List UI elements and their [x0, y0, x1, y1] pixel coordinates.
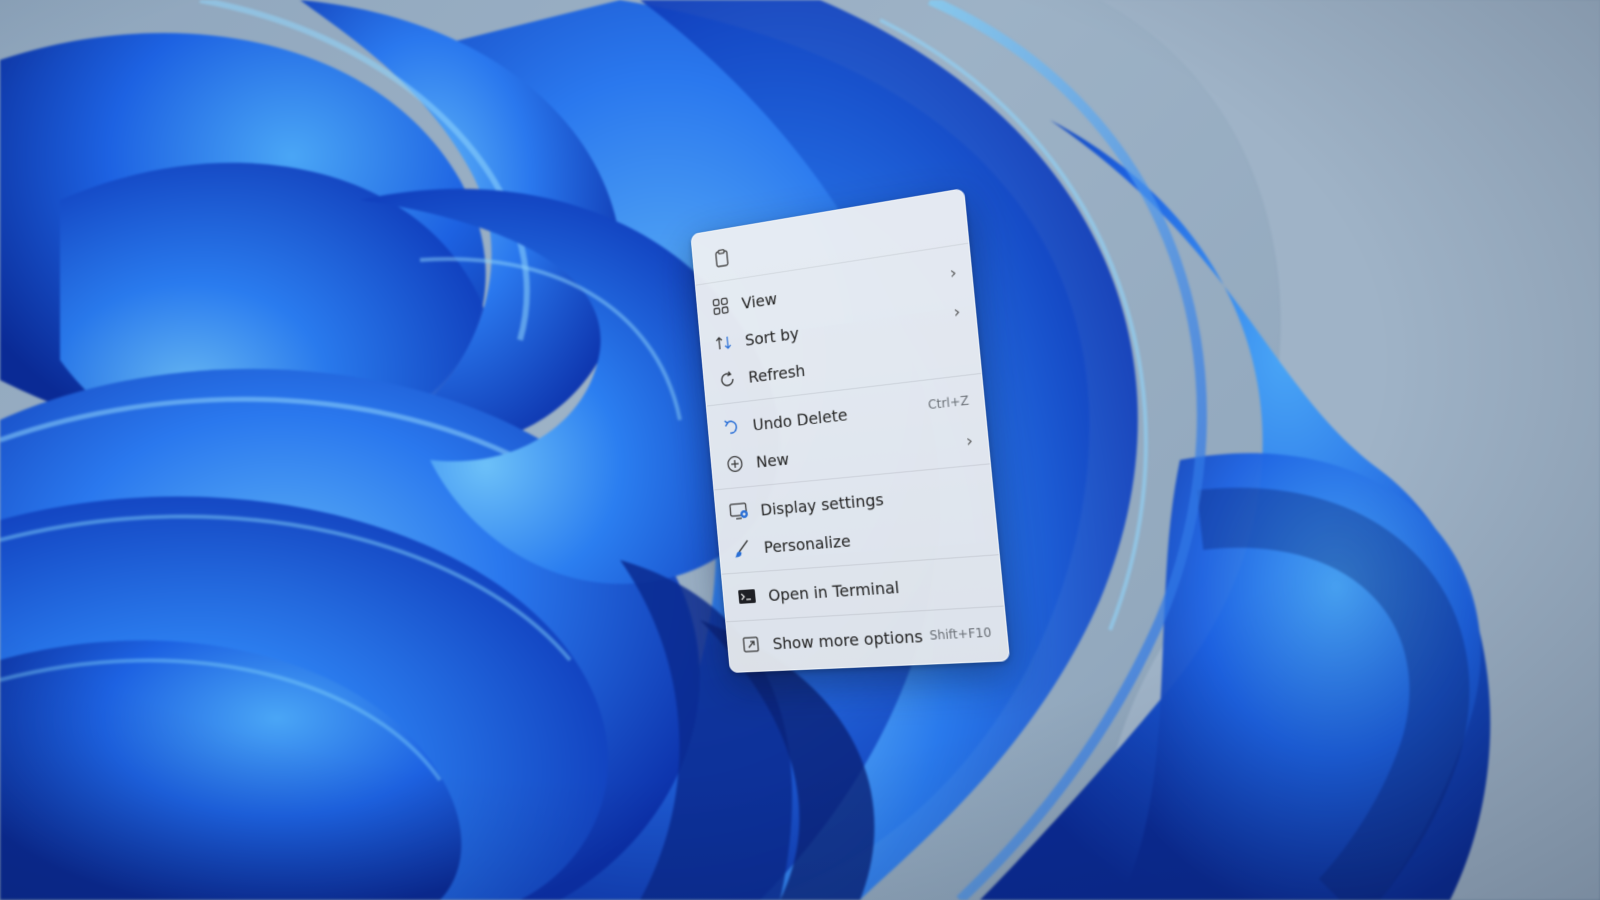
grid-icon	[710, 294, 732, 318]
chevron-right-icon: ›	[945, 301, 961, 322]
paste-button[interactable]	[709, 244, 735, 273]
menu-item-shortcut: Ctrl+Z	[927, 393, 969, 412]
menu-item-label: Open in Terminal	[767, 571, 987, 604]
refresh-icon	[716, 368, 738, 392]
menu-item-label: Show more options	[772, 626, 931, 653]
menu-item-shortcut: Shift+F10	[929, 625, 992, 643]
plus-circle-icon	[724, 452, 746, 475]
desktop-context-menu: View › Sort by ›	[690, 188, 1010, 673]
context-menu-stage: View › Sort by ›	[680, 212, 990, 712]
desktop[interactable]: View › Sort by ›	[0, 0, 1600, 900]
display-settings-icon	[728, 500, 750, 523]
terminal-icon	[736, 585, 758, 608]
more-options-icon	[740, 633, 762, 656]
sort-icon	[713, 331, 735, 355]
chevron-right-icon: ›	[941, 262, 957, 284]
clipboard-icon	[713, 247, 731, 269]
menu-item-label: Personalize	[763, 520, 982, 556]
brush-icon	[732, 537, 754, 560]
undo-icon	[721, 415, 743, 439]
chevron-right-icon: ›	[957, 430, 973, 451]
